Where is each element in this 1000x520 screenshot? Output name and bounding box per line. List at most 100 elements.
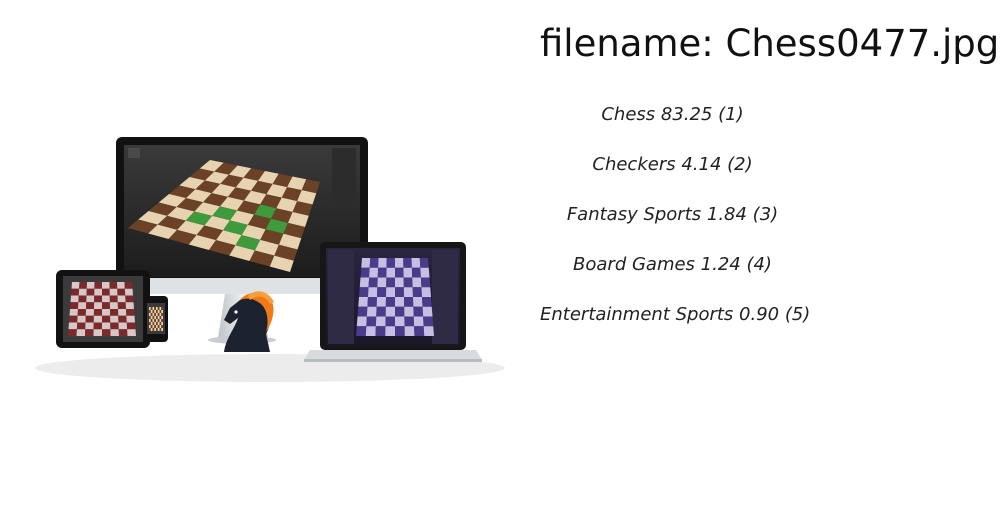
board-square xyxy=(378,258,387,268)
board-square xyxy=(152,310,155,313)
board-square xyxy=(157,307,160,310)
board-square xyxy=(117,282,125,289)
board-square xyxy=(157,310,160,313)
board-square xyxy=(149,325,151,328)
board-square xyxy=(156,322,158,325)
board-square xyxy=(94,295,102,303)
board-square xyxy=(125,295,134,303)
board-square xyxy=(118,309,127,316)
prediction-item: Entertainment Sports 0.90 (5) xyxy=(540,304,811,325)
laptop xyxy=(304,242,482,362)
board-square xyxy=(385,306,395,317)
board-square xyxy=(109,302,118,309)
board-square xyxy=(423,316,434,327)
board-square xyxy=(154,310,156,313)
board-square xyxy=(385,316,395,327)
board-square xyxy=(110,322,119,330)
board-square xyxy=(150,307,153,310)
board-square xyxy=(386,277,395,288)
board-square xyxy=(152,316,155,319)
board-square xyxy=(154,313,156,316)
board-square xyxy=(422,306,433,317)
board-square xyxy=(85,322,94,330)
board-square xyxy=(157,319,160,322)
board-square xyxy=(361,258,371,268)
board-square xyxy=(69,315,78,323)
board-square xyxy=(159,319,162,322)
board-square xyxy=(117,302,126,309)
board-square xyxy=(159,313,162,316)
chess-devices-photo xyxy=(35,137,505,382)
tablet xyxy=(56,270,150,348)
laptop-chessboard xyxy=(356,258,434,336)
board-square xyxy=(150,322,153,325)
board-square xyxy=(157,313,160,316)
board-square xyxy=(161,310,163,313)
board-square xyxy=(157,325,160,328)
board-square xyxy=(154,325,156,328)
board-square xyxy=(413,316,424,327)
board-square xyxy=(152,307,155,310)
board-square xyxy=(157,328,160,331)
board-square xyxy=(159,310,162,313)
board-square xyxy=(395,306,405,317)
board-square xyxy=(161,316,163,319)
board-square xyxy=(152,325,155,328)
board-square xyxy=(404,326,415,336)
board-square xyxy=(93,329,102,336)
board-square xyxy=(386,267,395,278)
board-square xyxy=(149,310,151,313)
board-square xyxy=(412,277,422,288)
board-square xyxy=(102,302,110,309)
board-square xyxy=(93,309,102,316)
board-square xyxy=(86,295,95,303)
board-square xyxy=(149,322,151,325)
board-square xyxy=(85,309,94,316)
board-square xyxy=(161,307,163,310)
prediction-item: Board Games 1.24 (4) xyxy=(573,254,772,275)
board-square xyxy=(149,316,151,319)
board-square xyxy=(412,287,422,297)
board-square xyxy=(124,282,133,289)
board-square xyxy=(156,325,158,328)
board-square xyxy=(161,322,163,325)
board-square xyxy=(126,309,135,316)
board-square xyxy=(110,309,119,316)
board-square xyxy=(359,287,369,297)
board-square xyxy=(375,316,386,327)
board-square xyxy=(385,297,395,307)
board-square xyxy=(117,295,126,303)
board-square xyxy=(365,326,376,336)
board-square xyxy=(386,258,395,268)
phone xyxy=(144,296,168,342)
board-square xyxy=(404,306,414,317)
board-square xyxy=(152,319,155,322)
board-square xyxy=(150,325,153,328)
board-square xyxy=(77,309,86,316)
board-square xyxy=(149,313,151,316)
board-square xyxy=(86,282,95,289)
board-square xyxy=(110,329,119,336)
tablet-chessboard xyxy=(68,282,136,336)
board-square xyxy=(150,313,153,316)
board-square xyxy=(154,319,156,322)
board-square xyxy=(150,319,153,322)
board-square xyxy=(117,288,126,296)
board-square xyxy=(71,288,80,296)
board-square xyxy=(156,313,158,316)
board-square xyxy=(152,328,155,331)
board-square xyxy=(76,322,86,330)
board-square xyxy=(68,322,78,330)
board-square xyxy=(157,316,160,319)
board-square xyxy=(102,315,111,323)
board-square xyxy=(149,307,151,310)
board-square xyxy=(395,277,404,288)
board-square xyxy=(366,306,377,317)
board-square xyxy=(70,295,79,303)
board-square xyxy=(150,328,153,331)
board-square xyxy=(421,287,431,297)
board-square xyxy=(126,322,136,330)
board-square xyxy=(358,297,368,307)
prediction-item: Fantasy Sports 1.84 (3) xyxy=(566,204,779,225)
board-square xyxy=(385,326,395,336)
